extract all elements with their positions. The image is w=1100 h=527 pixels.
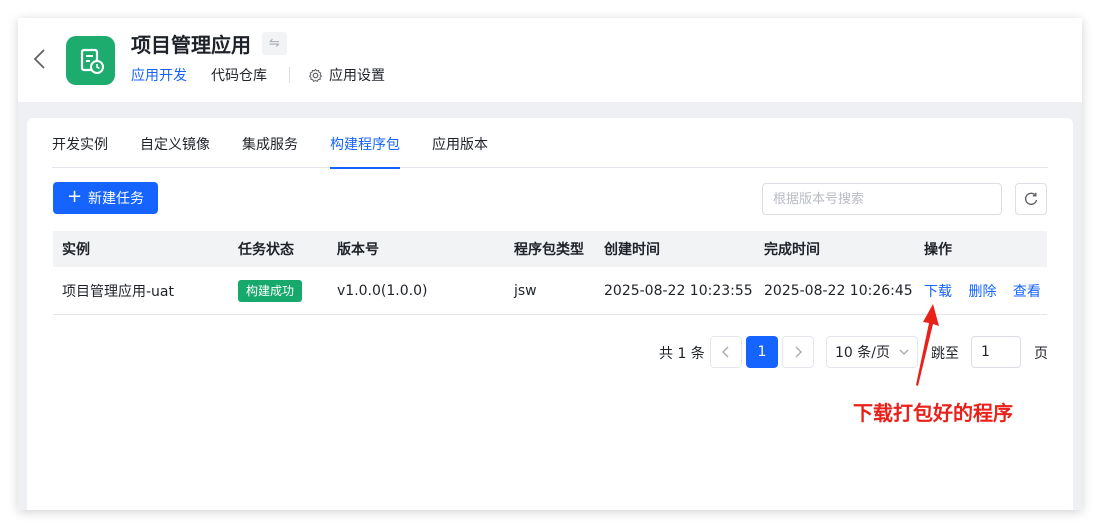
new-task-label: 新建任务 — [88, 191, 145, 207]
version-search-input[interactable] — [762, 183, 1002, 215]
app-title: 项目管理应用 — [131, 33, 251, 57]
gear-icon — [308, 68, 323, 82]
status-badge: 构建成功 — [238, 279, 303, 302]
annotation-arrow-icon — [916, 304, 939, 386]
tab-integration-service[interactable]: 集成服务 — [242, 128, 298, 168]
refresh-button[interactable] — [1015, 183, 1047, 215]
col-package-type: 程序包类型 — [514, 242, 584, 258]
delete-link[interactable]: 删除 — [968, 284, 996, 300]
app-icon — [66, 36, 115, 85]
annotation-text: 下载打包好的程序 — [853, 401, 1013, 425]
plus-icon: + — [66, 186, 83, 207]
pagination-total: 共 1 条 — [659, 346, 705, 362]
row-actions: 下载 删除 查看 — [924, 281, 1053, 301]
col-created: 创建时间 — [604, 242, 660, 258]
tab-dev-instance[interactable]: 开发实例 — [52, 128, 108, 168]
nav-divider — [289, 67, 290, 83]
row-finished: 2025-08-22 10:26:45 — [764, 282, 913, 299]
refresh-icon — [1024, 192, 1038, 206]
jump-page-input[interactable] — [971, 336, 1021, 368]
col-actions: 操作 — [924, 242, 952, 258]
table-row: 项目管理应用-uat 构建成功 v1.0.0(1.0.0) jsw 2025-0… — [53, 267, 1047, 315]
new-task-button[interactable]: + 新建任务 — [53, 182, 158, 214]
col-finished: 完成时间 — [764, 242, 820, 258]
row-instance: 项目管理应用-uat — [62, 283, 174, 300]
back-button[interactable] — [32, 48, 48, 70]
prev-page-button[interactable] — [710, 336, 742, 368]
swap-icon: ⇋ — [269, 36, 280, 51]
view-link[interactable]: 查看 — [1013, 284, 1041, 300]
tab-custom-image[interactable]: 自定义镜像 — [140, 128, 210, 168]
chevron-left-icon — [722, 346, 729, 358]
chevron-left-icon — [33, 49, 45, 69]
switch-app-button[interactable]: ⇋ — [262, 32, 287, 55]
nav-app-settings-label: 应用设置 — [329, 68, 385, 84]
table-header: 实例 任务状态 版本号 程序包类型 创建时间 完成时间 操作 — [53, 231, 1047, 267]
page-size-value: 10 条/页 — [835, 345, 890, 361]
row-package-type: jsw — [514, 282, 537, 299]
tab-app-version[interactable]: 应用版本 — [432, 128, 488, 168]
col-instance: 实例 — [62, 242, 90, 258]
col-version: 版本号 — [337, 242, 379, 258]
row-created: 2025-08-22 10:23:55 — [604, 282, 753, 299]
row-version: v1.0.0(1.0.0) — [337, 282, 428, 299]
document-clock-icon — [80, 48, 104, 74]
tab-bar: 开发实例 自定义镜像 集成服务 构建程序包 应用版本 — [52, 128, 1048, 169]
nav-code-repo[interactable]: 代码仓库 — [211, 65, 267, 85]
app-window: 项目管理应用 ⇋ 应用开发 代码仓库 应用设置 开发实例 自定义镜像 集成服务 … — [18, 18, 1082, 510]
next-page-button[interactable] — [782, 336, 814, 368]
tab-build-package[interactable]: 构建程序包 — [330, 128, 400, 169]
nav-app-dev[interactable]: 应用开发 — [131, 65, 187, 85]
chevron-right-icon — [795, 346, 802, 358]
row-status: 构建成功 — [238, 279, 303, 302]
page-number-current[interactable]: 1 — [746, 336, 778, 368]
build-task-table: 实例 任务状态 版本号 程序包类型 创建时间 完成时间 操作 项目管理应用-ua… — [53, 231, 1047, 315]
nav-app-settings[interactable]: 应用设置 — [308, 65, 385, 85]
app-sub-nav: 应用开发 代码仓库 应用设置 — [131, 64, 385, 86]
download-link[interactable]: 下载 — [924, 284, 952, 300]
page-suffix: 页 — [1034, 346, 1048, 362]
col-status: 任务状态 — [238, 242, 294, 258]
page-header: 项目管理应用 ⇋ 应用开发 代码仓库 应用设置 — [18, 18, 1082, 102]
